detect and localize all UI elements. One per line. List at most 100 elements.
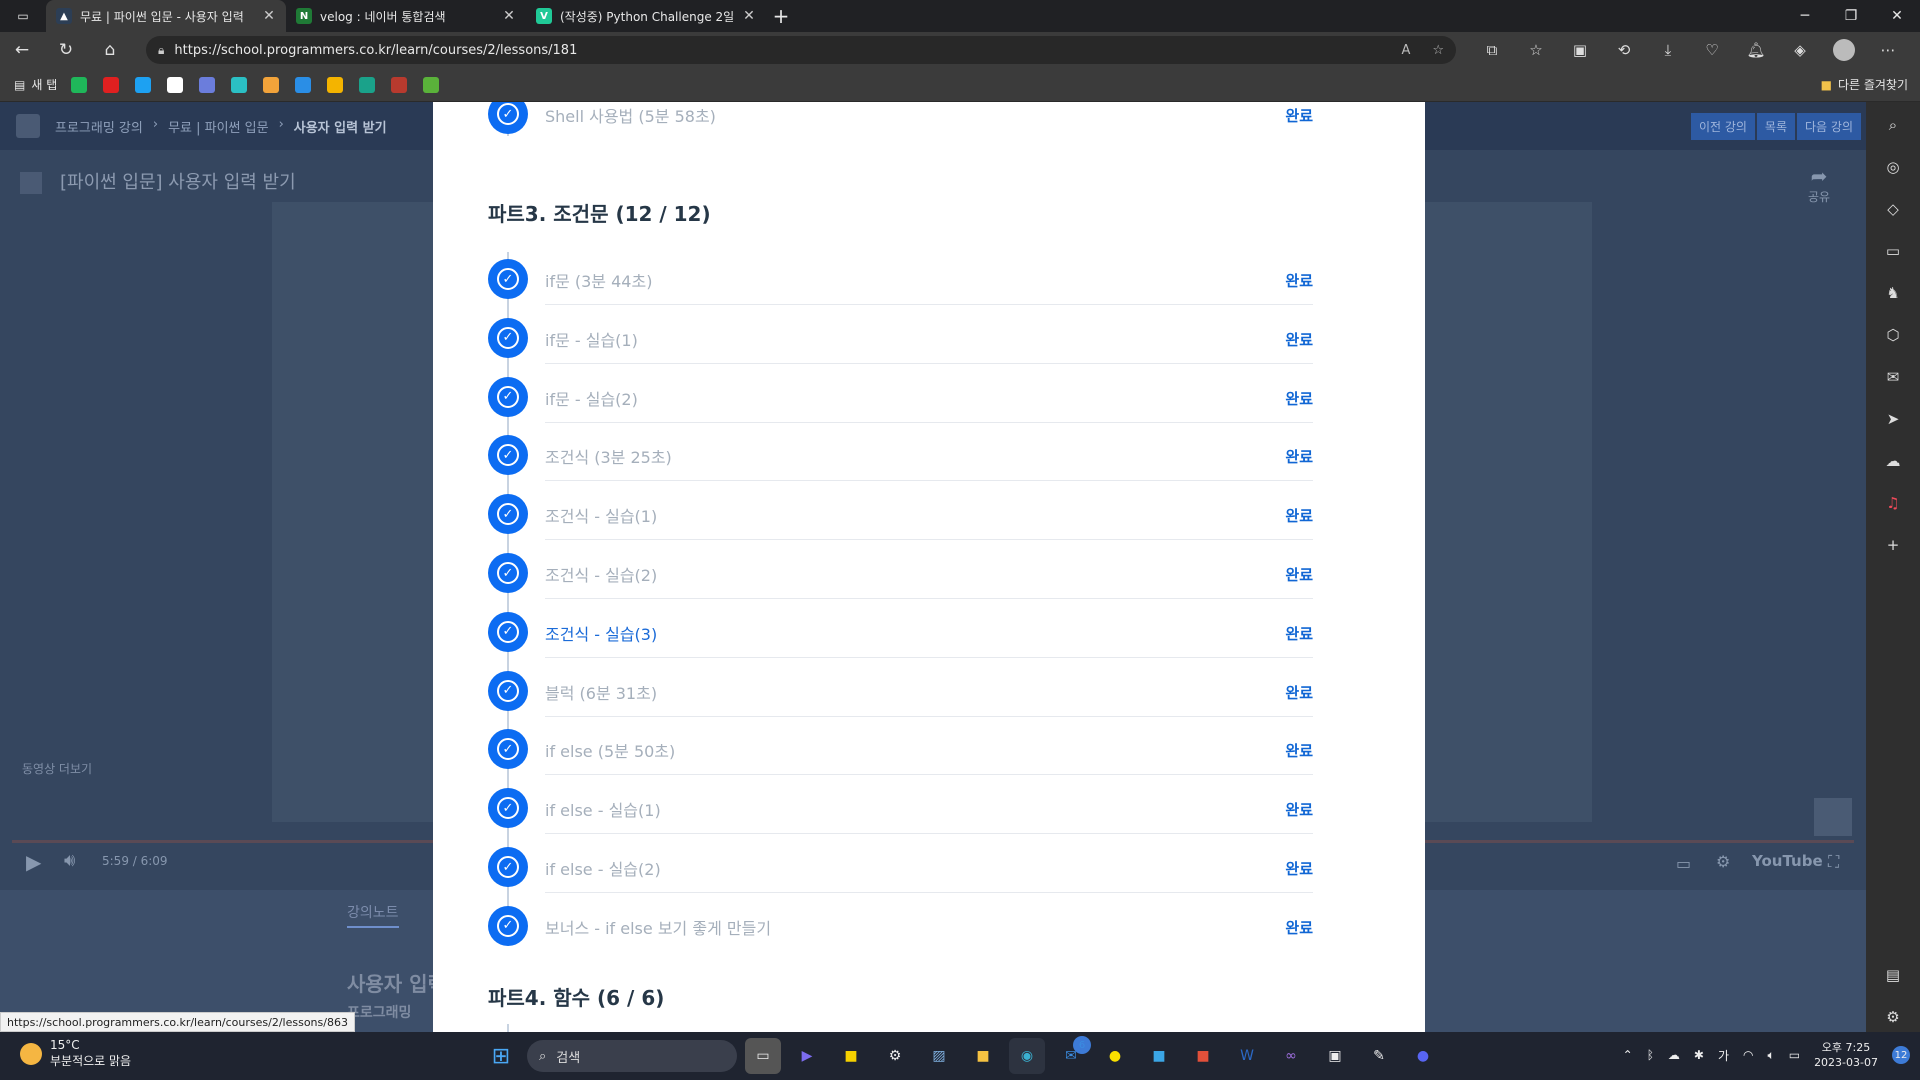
programmers-logo-icon[interactable] xyxy=(16,114,40,138)
drop-icon[interactable]: ➤ xyxy=(1882,410,1904,432)
kakaotalk-icon[interactable]: ● xyxy=(1097,1038,1133,1074)
bookmark-icon[interactable] xyxy=(295,76,312,93)
word-icon[interactable]: W xyxy=(1229,1038,1265,1074)
lesson-title[interactable]: 조건식 (3분 25초) xyxy=(545,444,672,468)
sticky-notes-icon[interactable]: ■ xyxy=(833,1038,869,1074)
mail-icon[interactable]: ✉ 6 xyxy=(1053,1036,1091,1074)
lesson-item[interactable]: ✓ 블럭 (6분 31초) 완료 xyxy=(488,659,1368,717)
lesson-item[interactable]: ✓ if문 (3분 44초) 완료 xyxy=(488,247,1368,305)
notification-count[interactable]: 12 xyxy=(1892,1046,1910,1064)
file-explorer-icon[interactable]: ■ xyxy=(965,1038,1001,1074)
lesson-item[interactable]: ✓ if else - 실습(2) 완료 xyxy=(488,835,1368,893)
play-icon[interactable]: ▶ xyxy=(26,850,41,874)
edge-icon[interactable]: ◉ xyxy=(1009,1038,1045,1074)
notifications-icon[interactable]: 🔔︎ xyxy=(1734,41,1778,59)
lesson-title[interactable]: if else (5분 50초) xyxy=(545,738,675,762)
refresh-icon[interactable]: ↻ xyxy=(44,32,88,68)
lesson-title[interactable]: 조건식 - 실습(1) xyxy=(545,503,657,527)
start-button[interactable]: ⊞ xyxy=(483,1038,519,1074)
lesson-item[interactable]: ✓ 조건식 - 실습(2) 완료 xyxy=(488,541,1368,599)
lesson-item[interactable]: ✓ if문 - 실습(1) 완료 xyxy=(488,306,1368,364)
lock-icon[interactable]: 🔒︎ xyxy=(158,43,164,58)
home-icon[interactable]: ⌂ xyxy=(88,32,132,68)
lesson-title[interactable]: 블럭 (6분 31초) xyxy=(545,680,657,704)
read-aloud-icon[interactable]: A xyxy=(1401,43,1410,58)
more-videos-label[interactable]: 동영상 더보기 xyxy=(22,760,92,777)
extensions-icon[interactable]: ⧉ xyxy=(1470,41,1514,59)
bookmark-icon[interactable] xyxy=(167,76,184,93)
back-icon[interactable]: ← xyxy=(0,32,44,68)
games-icon[interactable]: ♞ xyxy=(1882,284,1904,306)
tab-lecture-note[interactable]: 강의노트 xyxy=(347,902,399,928)
bluetooth-icon[interactable]: ᛒ xyxy=(1647,1048,1654,1062)
visual-studio-icon[interactable]: ∞ xyxy=(1273,1038,1309,1074)
video-title[interactable]: [파이썬 입문] 사용자 입력 받기 xyxy=(60,168,296,194)
lesson-item[interactable]: ✓ 보너스 - if else 보기 좋게 만들기 완료 xyxy=(488,894,1368,952)
bookmark-icon[interactable] xyxy=(263,76,280,93)
settings-icon[interactable]: ⚙ xyxy=(877,1038,913,1074)
lesson-item[interactable]: ✓ if문 - 실습(2) 완료 xyxy=(488,365,1368,423)
lesson-item[interactable]: ✓ if else - 실습(1) 완료 xyxy=(488,776,1368,835)
lesson-item[interactable]: ✓ 조건식 - 실습(3) 완료 xyxy=(488,600,1368,658)
tab-1[interactable]: Nvelog : 네이버 통합검색 ✕ xyxy=(286,0,526,32)
minimize-button[interactable]: ─ xyxy=(1782,0,1828,32)
next-lesson-button[interactable]: 다음 강의 xyxy=(1797,112,1861,140)
new-tab-button[interactable]: + xyxy=(766,4,796,28)
favorite-star-icon[interactable]: ☆ xyxy=(1432,43,1444,58)
tray-app-icon[interactable]: ✱ xyxy=(1694,1048,1704,1062)
volume-mute-icon[interactable]: 🔈︎ xyxy=(1768,1048,1775,1063)
health-icon[interactable]: ♡ xyxy=(1690,41,1734,59)
bookmark-icon[interactable] xyxy=(359,76,376,93)
close-window-button[interactable]: ✕ xyxy=(1874,0,1920,32)
pen-icon[interactable]: ✎ xyxy=(1361,1038,1397,1074)
profile-avatar[interactable] xyxy=(1833,39,1855,61)
tab-0[interactable]: ▲ 무료 | 파이썬 입문 - 사용자 입력 ✕ xyxy=(46,0,286,32)
share-button[interactable]: ➦ 공유 xyxy=(1808,164,1830,205)
cloud-icon[interactable]: ☁ xyxy=(1668,1048,1680,1062)
fullscreen-icon[interactable]: ⛶ xyxy=(1828,852,1839,872)
youtube-logo[interactable]: YouTube xyxy=(1752,852,1823,870)
battery-icon[interactable]: ▭ xyxy=(1789,1048,1800,1062)
teams-icon[interactable]: ☁ xyxy=(1882,452,1904,474)
search-icon[interactable]: ⌕ xyxy=(1882,116,1904,138)
notion-icon[interactable]: ▣ xyxy=(1317,1038,1353,1074)
lesson-title[interactable]: if문 (3분 44초) xyxy=(545,268,652,292)
shopping-icon[interactable]: ◇ xyxy=(1882,200,1904,222)
office-icon[interactable]: ⬡ xyxy=(1882,326,1904,348)
more-menu-icon[interactable]: ⋯ xyxy=(1866,41,1910,59)
favorites-icon[interactable]: ☆ xyxy=(1514,41,1558,59)
sidebar-layout-icon[interactable]: ▤ xyxy=(1882,966,1904,988)
add-sidebar-icon[interactable]: + xyxy=(1882,536,1904,558)
bing-chat-icon[interactable]: ◎ xyxy=(1882,158,1904,180)
lesson-title[interactable]: if문 - 실습(1) xyxy=(545,327,638,351)
bookmark-icon[interactable] xyxy=(199,76,216,93)
collections-icon[interactable]: ▣ xyxy=(1558,41,1602,59)
captions-icon[interactable]: ▭ xyxy=(1676,854,1691,873)
tab-2[interactable]: V (작성중) Python Challenge 2일차 ✕ xyxy=(526,0,766,32)
history-icon[interactable]: ⟲ xyxy=(1602,41,1646,59)
taskbar-search[interactable]: ⌕ 검색 xyxy=(527,1040,737,1072)
photos-icon[interactable]: ▨ xyxy=(921,1038,957,1074)
settings-icon[interactable]: ⚙ xyxy=(1716,852,1730,871)
tab-title[interactable]: 무료 | 파이썬 입문 - 사용자 입력 xyxy=(80,8,254,25)
tab-title[interactable]: velog : 네이버 통합검색 xyxy=(320,8,494,25)
close-tab-icon[interactable]: ✕ xyxy=(742,8,756,24)
app-store-icon[interactable]: ■ xyxy=(1141,1038,1177,1074)
bookmark-icon[interactable] xyxy=(327,76,344,93)
lesson-item[interactable]: ✓ Shell 사용법 (5분 58초) 완료 xyxy=(488,102,1368,140)
lesson-title[interactable]: if else - 실습(2) xyxy=(545,856,661,880)
lesson-title[interactable]: 조건식 - 실습(3) xyxy=(545,621,657,645)
task-view-icon[interactable]: ▭ xyxy=(745,1038,781,1074)
downloads-icon[interactable]: ⤓ xyxy=(1646,41,1690,59)
volume-icon[interactable]: 🔊︎ xyxy=(64,850,75,871)
ime-indicator[interactable]: 가 xyxy=(1718,1047,1729,1064)
lesson-title[interactable]: if문 - 실습(2) xyxy=(545,386,638,410)
weather-widget[interactable]: 15°C 부분적으로 맑음 xyxy=(20,1038,131,1069)
list-button[interactable]: 목록 xyxy=(1756,112,1796,140)
close-tab-icon[interactable]: ✕ xyxy=(262,8,276,24)
bookmark-icon[interactable] xyxy=(71,76,88,93)
tab-actions-icon[interactable]: ▭ xyxy=(0,0,46,32)
browser-essentials-icon[interactable]: ◈ xyxy=(1778,41,1822,59)
address-bar[interactable]: 🔒︎ https://school.programmers.co.kr/lear… xyxy=(146,36,1456,64)
bookmark-icon[interactable] xyxy=(103,76,120,93)
